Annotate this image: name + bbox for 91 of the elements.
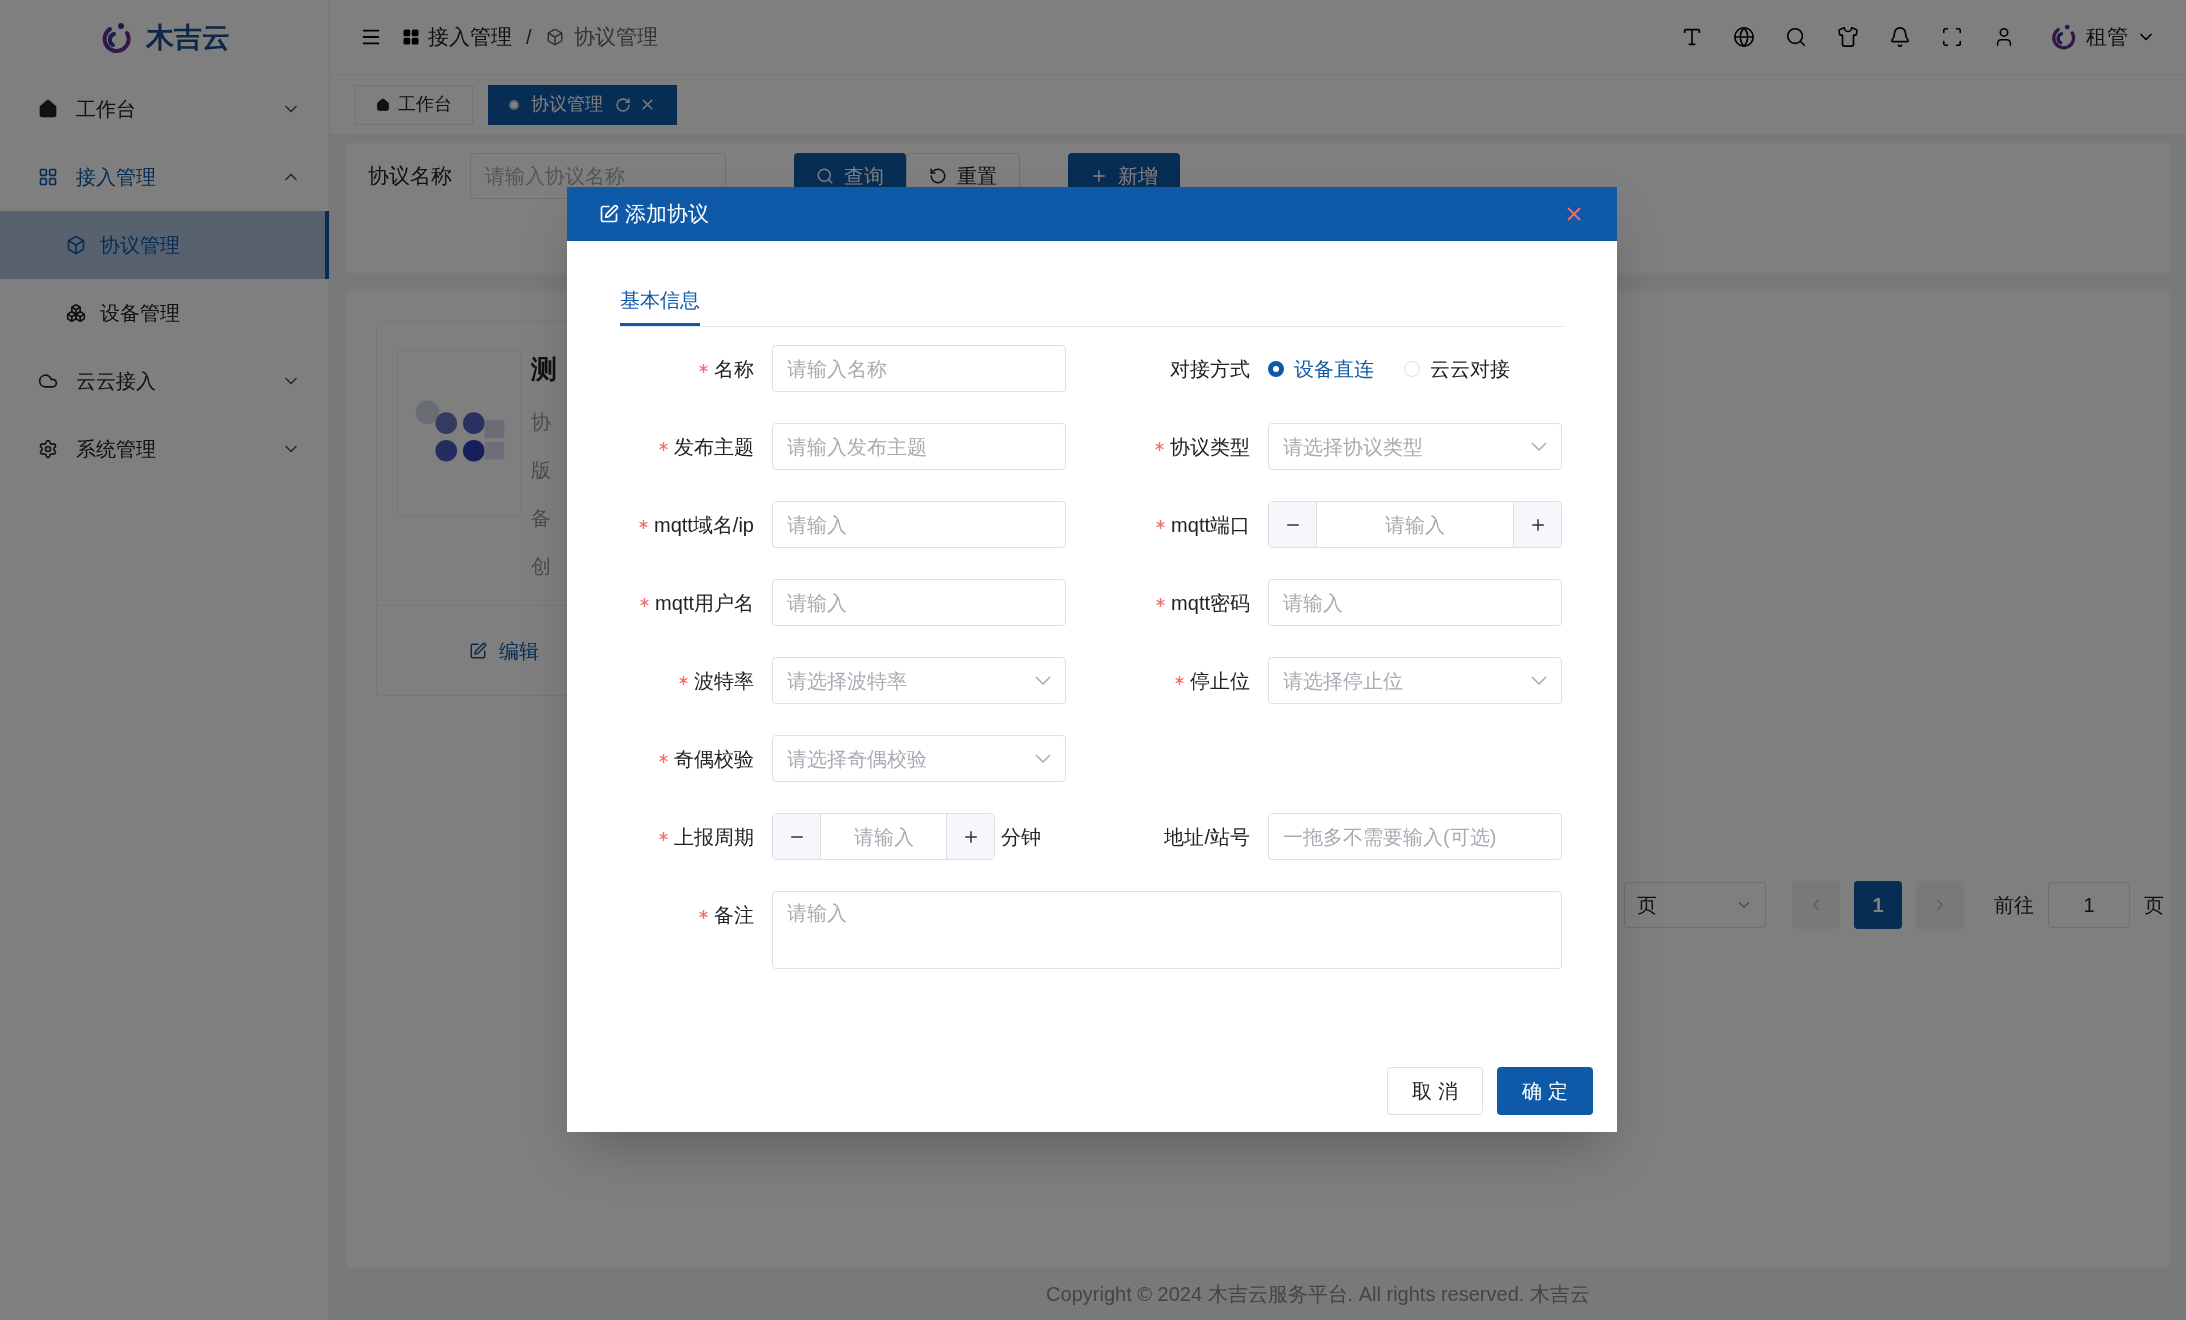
select-field[interactable]: 请选择停止位 — [1268, 657, 1562, 704]
grid-icon — [402, 28, 420, 46]
breadcrumb-current: 协议管理 — [573, 24, 658, 51]
card-title: 测 — [531, 353, 557, 386]
user-name[interactable]: 租管 — [2086, 21, 2128, 53]
select-field[interactable]: 请选择奇偶校验 — [772, 735, 1066, 782]
input-field[interactable]: 请输入 — [1268, 579, 1562, 626]
breadcrumb-separator: / — [526, 25, 532, 50]
input-field[interactable]: 请输入发布主题 — [772, 423, 1066, 470]
field-label: 备注 — [714, 902, 754, 928]
chevron-icon — [1035, 754, 1051, 763]
input-field[interactable]: 请输入 — [772, 579, 1066, 626]
number-stepper[interactable]: 请输入 — [772, 813, 995, 860]
reset-icon — [929, 167, 947, 185]
menu-item[interactable]: 接入管理 — [0, 143, 329, 211]
field-label: mqtt域名/ip — [653, 512, 754, 538]
required-icon — [699, 910, 708, 919]
home-icon — [376, 97, 390, 112]
chevron-icon — [1531, 676, 1547, 685]
tab-label: 协议管理 — [531, 93, 603, 116]
menu-item[interactable]: 工作台 — [0, 75, 329, 143]
required-icon — [659, 754, 668, 763]
required-icon — [640, 598, 650, 607]
search-label: 协议名称 — [368, 163, 452, 189]
select-field[interactable]: 请选择波特率 — [772, 657, 1066, 704]
input-field[interactable]: 请输入名称 — [772, 345, 1066, 392]
textarea-field[interactable]: 请输入 — [772, 891, 1562, 969]
breadcrumb-link[interactable]: 接入管理 — [428, 21, 512, 53]
submenu-item[interactable]: 协议管理 — [0, 211, 329, 279]
field-label: 名称 — [714, 356, 754, 382]
field-label: 地址/站号 — [1164, 824, 1250, 850]
refresh-icon[interactable] — [615, 96, 631, 113]
goto-label: 前往 — [1994, 893, 2034, 918]
required-icon — [638, 520, 648, 529]
menu-item[interactable]: 系统管理 — [0, 415, 329, 483]
field-label: mqtt端口 — [1171, 512, 1250, 538]
field-label: 协议类型 — [1170, 434, 1250, 460]
required-icon — [1156, 598, 1166, 607]
required-icon — [659, 442, 668, 451]
goto-field[interactable]: 1 — [2048, 882, 2130, 928]
field-label: 停止位 — [1190, 668, 1250, 694]
plus-icon — [1090, 167, 1108, 185]
search-icon — [816, 167, 834, 185]
page-number[interactable]: 1 — [1854, 881, 1902, 929]
edit-icon — [469, 641, 487, 660]
increase-icon[interactable] — [946, 814, 994, 859]
required-icon — [659, 832, 668, 841]
radio-option[interactable]: 设备直连 — [1268, 353, 1374, 384]
tab-label: 工作台 — [398, 93, 452, 116]
cube-icon — [66, 235, 86, 255]
cube-icon — [545, 28, 564, 46]
chevron-icon — [1531, 442, 1547, 451]
required-icon — [1155, 442, 1164, 451]
chevron-icon — [1035, 676, 1051, 685]
form-tab[interactable]: 基本信息 — [620, 285, 700, 326]
field-label: 对接方式 — [1170, 356, 1250, 382]
edit-button[interactable]: 编辑 — [469, 635, 539, 666]
logo-text: 木吉云 — [145, 20, 230, 55]
input-field[interactable]: 请输入 — [772, 501, 1066, 548]
radio-option[interactable]: 云云对接 — [1404, 353, 1510, 384]
cubes-icon — [66, 303, 86, 323]
submenu-item[interactable]: 设备管理 — [0, 279, 329, 347]
menu-item[interactable]: 云云接入 — [0, 347, 329, 415]
select-field[interactable]: 请选择协议类型 — [1268, 423, 1562, 470]
required-icon — [1156, 520, 1166, 529]
page-tab[interactable]: 工作台 — [355, 84, 473, 125]
increase-icon[interactable] — [1513, 502, 1561, 547]
field-label: 发布主题 — [674, 434, 754, 460]
home-icon — [38, 99, 58, 119]
dialog-button[interactable]: 确 定 — [1497, 1067, 1593, 1115]
field-label: mqtt用户名 — [655, 590, 754, 616]
edit-icon — [599, 204, 619, 224]
dialog-title: 添加协议 — [625, 201, 710, 228]
cloud-icon — [38, 371, 58, 391]
avatar-icon — [2050, 23, 2078, 51]
required-icon — [699, 364, 708, 373]
input-field[interactable]: 一拖多不需要输入(可选) — [1268, 813, 1562, 860]
field-label: 波特率 — [694, 668, 754, 694]
field-label: 上报周期 — [674, 824, 754, 850]
number-stepper[interactable]: 请输入 — [1268, 501, 1562, 548]
field-label: 奇偶校验 — [674, 746, 754, 772]
unit-label: 分钟 — [1001, 824, 1041, 850]
grid-icon — [38, 167, 58, 187]
settings-icon — [38, 439, 58, 459]
page-size-select[interactable]: 页 — [1624, 882, 1766, 928]
goto-suffix: 页 — [2144, 893, 2164, 918]
field-label: mqtt密码 — [1171, 590, 1250, 616]
required-icon — [679, 676, 688, 685]
dialog-button[interactable]: 取 消 — [1387, 1067, 1483, 1115]
required-icon — [1175, 676, 1184, 685]
page-tab[interactable]: 协议管理 — [488, 84, 677, 125]
